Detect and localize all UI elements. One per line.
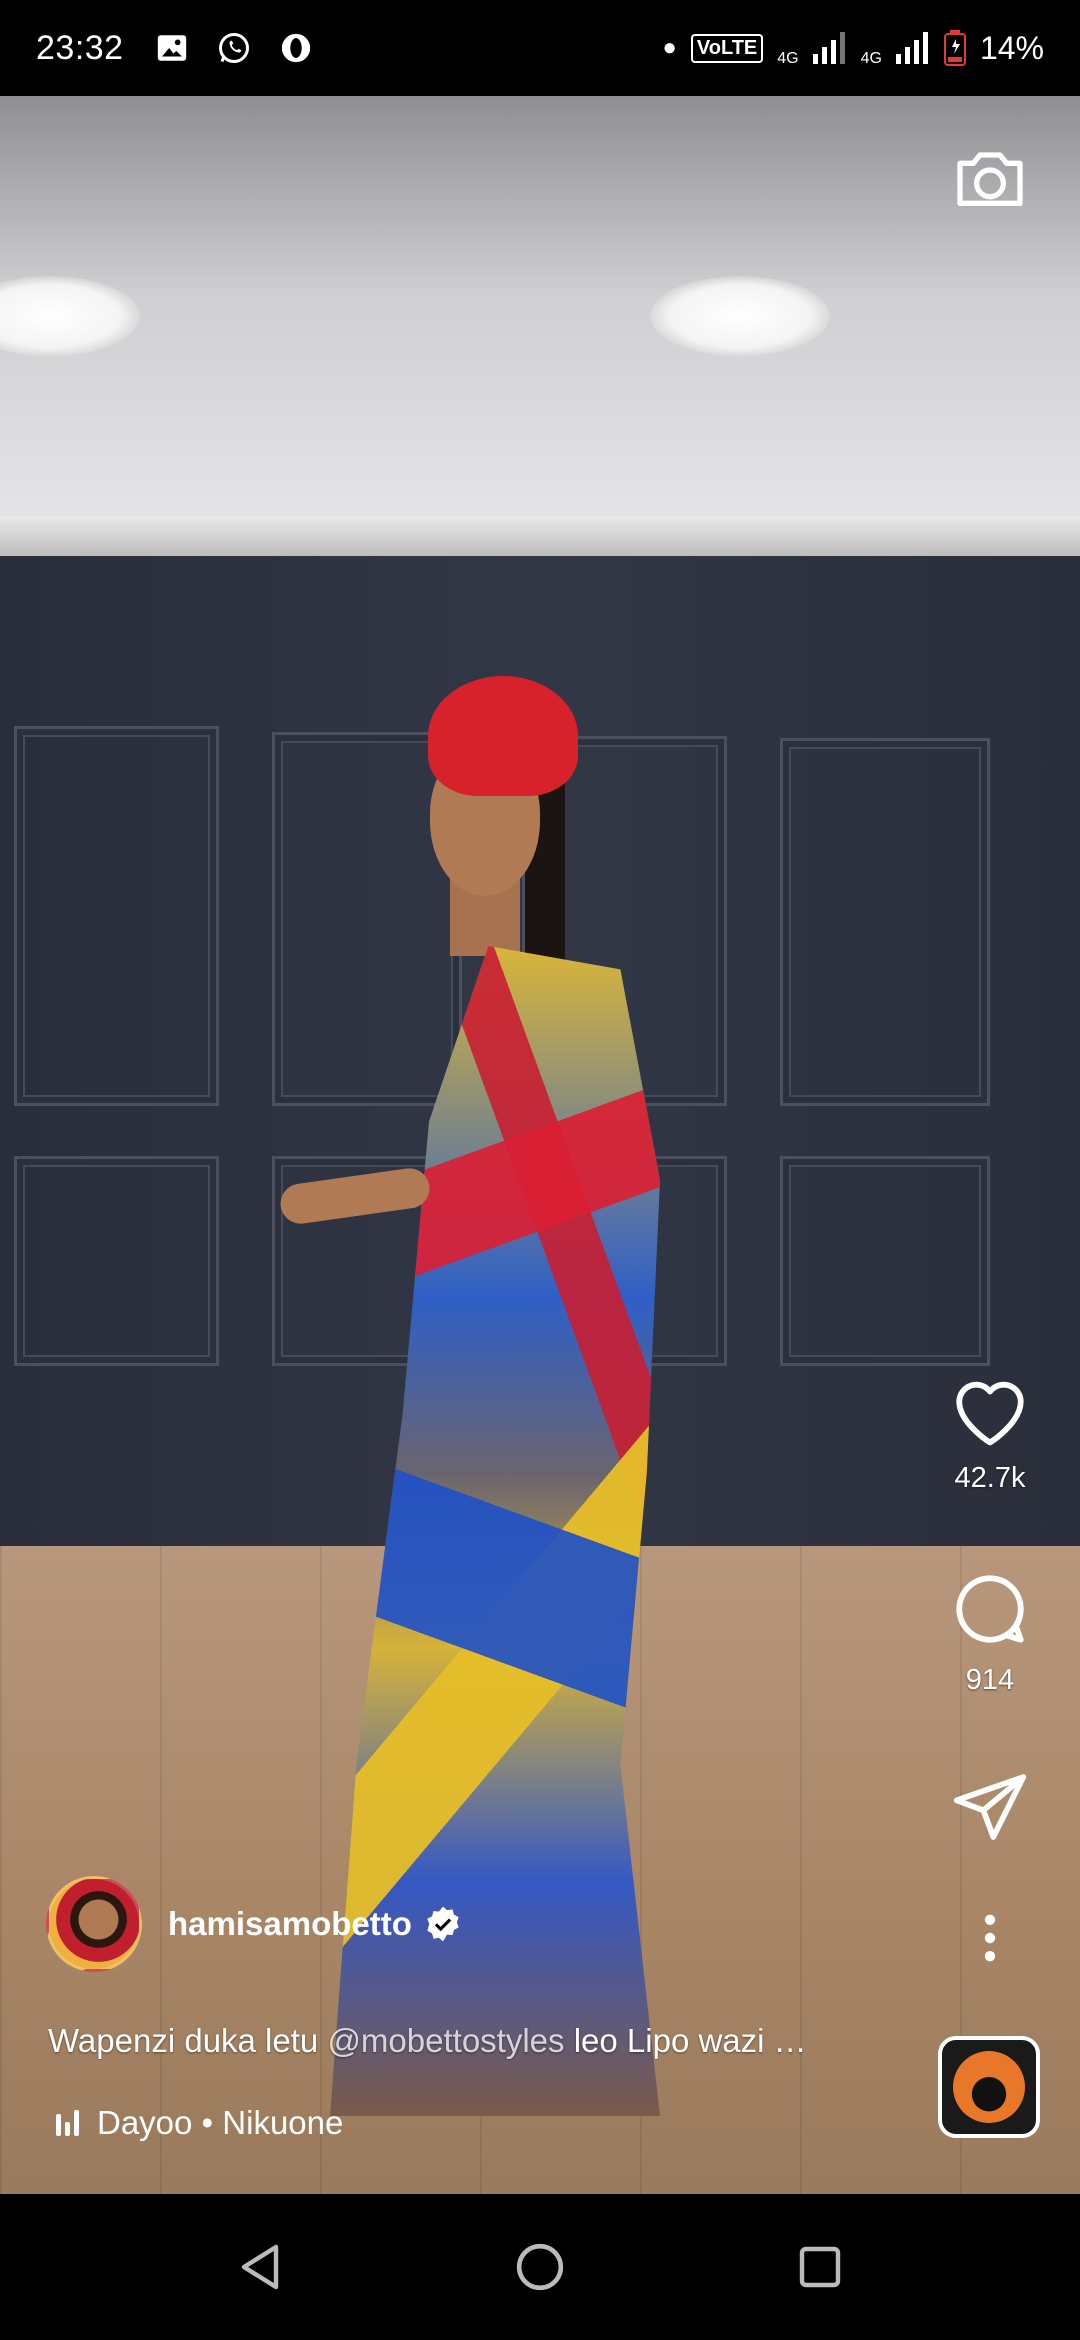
battery-icon — [943, 30, 966, 66]
comment-action[interactable]: 914 — [930, 1568, 1050, 1697]
network-type: 4G — [777, 50, 799, 67]
red-headwrap — [428, 676, 578, 796]
opera-icon — [276, 28, 316, 68]
verified-badge-icon — [427, 1906, 459, 1942]
network-type-2: 4G — [860, 50, 882, 67]
music-bars-icon — [56, 2110, 79, 2136]
caption-text: Wapenzi duka letu — [48, 2022, 328, 2059]
author-row[interactable]: hamisamobetto — [46, 1876, 462, 1972]
caption-text-end: leo Lipo wazi … — [564, 2022, 807, 2059]
image-icon — [152, 28, 192, 68]
more-options-button[interactable] — [930, 1912, 1050, 1964]
camera-button[interactable] — [950, 140, 1030, 220]
audio-thumbnail[interactable] — [938, 2036, 1040, 2138]
audio-artwork — [953, 2051, 1025, 2123]
whatsapp-icon — [214, 28, 254, 68]
recents-button[interactable] — [790, 2237, 850, 2297]
recents-icon — [799, 2246, 841, 2288]
crown-molding — [0, 516, 1080, 556]
back-icon — [241, 2244, 279, 2290]
share-action[interactable] — [930, 1770, 1050, 1844]
video-ceiling — [0, 96, 1080, 536]
ceiling-light-right — [650, 276, 830, 356]
system-status: ● VoLTE 4G 4G 14% — [662, 28, 1044, 68]
notification-icons — [152, 28, 316, 68]
like-count: 42.7k — [954, 1462, 1026, 1494]
camera-icon — [957, 152, 1023, 206]
battery-percent: 14% — [979, 29, 1044, 66]
signal-icon — [812, 32, 845, 64]
status-time: 23:32 — [36, 28, 124, 67]
music-info[interactable]: Dayoo • Nikuone — [56, 2104, 343, 2142]
caption[interactable]: Wapenzi duka letu @mobettostyles leo Lip… — [48, 2022, 888, 2060]
like-action[interactable]: 42.7k — [930, 1372, 1050, 1495]
comment-icon[interactable] — [949, 1568, 1031, 1650]
volte-badge: VoLTE — [690, 33, 764, 63]
username[interactable]: hamisamobetto — [168, 1905, 412, 1943]
wall-panel — [780, 738, 990, 1106]
dot-indicator: ● — [662, 34, 677, 61]
avatar[interactable] — [46, 1876, 142, 1972]
send-icon[interactable] — [950, 1770, 1030, 1844]
system-nav-bar — [0, 2194, 1080, 2340]
heart-icon[interactable] — [949, 1372, 1031, 1448]
wall-panel — [14, 1156, 219, 1366]
status-bar: 23:32 ● VoLTE 4G 4G 14% — [0, 0, 1080, 96]
arm — [277, 1165, 433, 1227]
music-title: Dayoo • Nikuone — [97, 2104, 344, 2141]
home-button[interactable] — [510, 2237, 570, 2297]
wall-panel — [780, 1156, 990, 1366]
more-icon[interactable] — [980, 1912, 1000, 1964]
wall-panel — [14, 726, 219, 1106]
back-button[interactable] — [230, 2237, 290, 2297]
caption-mention[interactable]: @mobettostyles — [327, 2022, 564, 2059]
signal-icon-2 — [895, 32, 928, 64]
comment-count: 914 — [965, 1664, 1015, 1696]
home-icon — [516, 2243, 564, 2291]
